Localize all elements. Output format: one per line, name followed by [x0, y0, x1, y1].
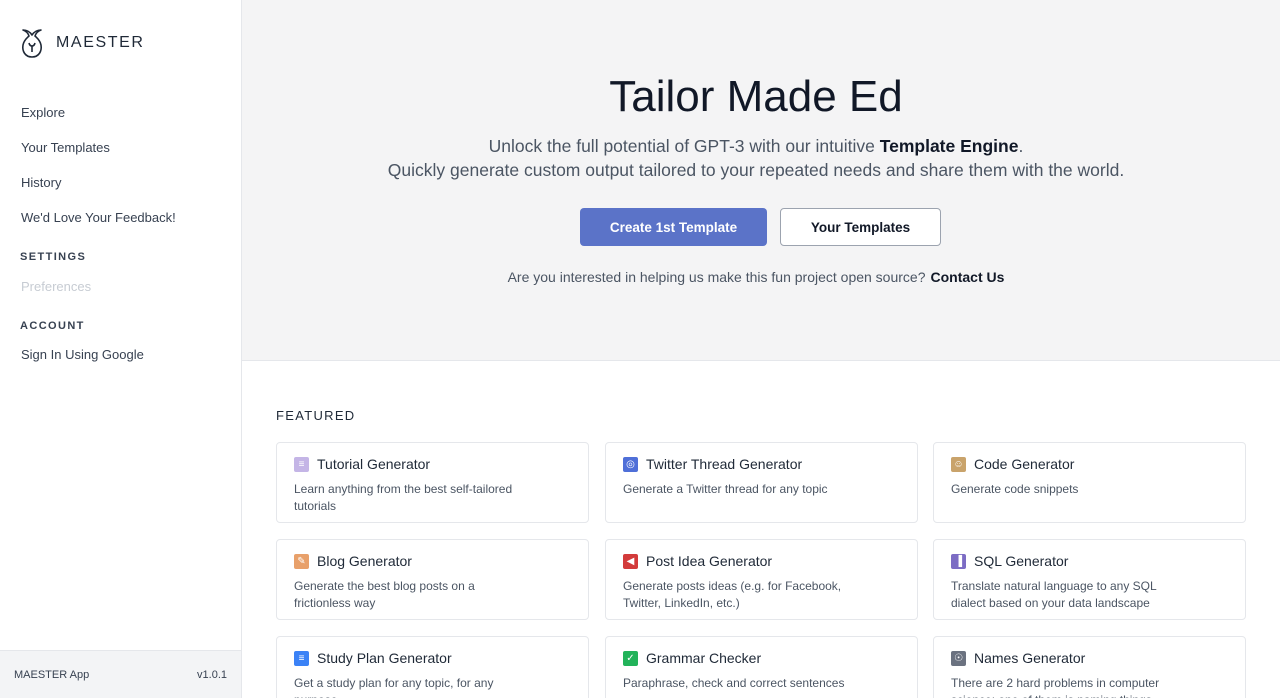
- card-header: ✓ Grammar Checker: [623, 650, 761, 666]
- card-description: Generate a Twitter thread for any topic: [623, 482, 828, 496]
- card-header: ◎ Twitter Thread Generator: [623, 456, 802, 472]
- card-header: ◀ Post Idea Generator: [623, 553, 772, 569]
- card-title: Grammar Checker: [646, 650, 762, 666]
- books-icon: ≡: [294, 650, 309, 666]
- hero-subtitle-line1: Unlock the full potential of GPT-3 with …: [242, 136, 1270, 157]
- template-card[interactable]: ◀ Post Idea Generator Generate posts ideas…: [605, 539, 918, 620]
- main-content: Tailor Made Ed Unlock the full potential…: [242, 0, 1280, 698]
- card-title: SQL Generator: [974, 553, 1069, 569]
- template-card[interactable]: ✓ Grammar Checker Paraphrase, check and co…: [605, 636, 918, 698]
- card-title: Twitter Thread Generator: [646, 456, 803, 472]
- card-title: Blog Generator: [317, 553, 412, 569]
- hero-section: Tailor Made Ed Unlock the full potential…: [242, 0, 1280, 361]
- sidebar-item-your-templates[interactable]: Your Templates: [21, 140, 110, 155]
- page-title: Tailor Made Ed: [609, 72, 903, 121]
- spool-icon: ◎: [623, 456, 638, 472]
- account-section-label: ACCOUNT: [20, 320, 85, 332]
- sidebar-item-sign-in-google[interactable]: Sign In Using Google: [21, 347, 144, 362]
- template-card[interactable]: ☉ Names Generator There are 2 hard problem…: [933, 636, 1246, 698]
- card-description: Translate natural language to any SQL di…: [951, 579, 1157, 610]
- card-description: Generate code snippets: [951, 482, 1079, 496]
- hero-subtitle-suffix: .: [1018, 136, 1024, 156]
- footer-version: v1.0.1: [197, 669, 227, 681]
- robot-icon: ☉: [951, 650, 966, 666]
- template-card[interactable]: ≡ Study Plan Generator Get a study plan fo…: [276, 636, 589, 698]
- sidebar-item-history[interactable]: History: [21, 175, 61, 190]
- contact-us-link[interactable]: Contact Us: [931, 269, 1005, 285]
- app-logo[interactable]: MAESTER: [20, 27, 145, 59]
- card-description: There are 2 hard problems in computer sc…: [951, 676, 1160, 698]
- card-description: Generate posts ideas (e.g. for Facebook,…: [623, 579, 842, 610]
- maester-logo-icon: [22, 29, 42, 58]
- memo-icon: ✎: [294, 553, 309, 569]
- card-header: ≡ Study Plan Generator: [294, 650, 452, 666]
- card-title: Names Generator: [974, 650, 1086, 666]
- card-header: ▐ SQL Generator: [951, 553, 1068, 569]
- card-header: ☺ Code Generator: [951, 456, 1074, 472]
- sidebar-item-feedback[interactable]: We'd Love Your Feedback!: [21, 210, 176, 225]
- template-card[interactable]: ▐ SQL Generator Translate natural language…: [933, 539, 1246, 620]
- card-description: Generate the best blog posts on a fricti…: [294, 579, 475, 610]
- card-title: Post Idea Generator: [646, 553, 773, 569]
- check-mark-icon: ✓: [623, 650, 638, 666]
- card-description: Paraphrase, check and correct sentences: [623, 676, 845, 690]
- card-description: Get a study plan for any topic, for any …: [294, 676, 494, 698]
- card-header: ≡ Tutorial Generator: [294, 456, 430, 472]
- sidebar-footer: MAESTER App v1.0.1: [0, 650, 241, 698]
- sidebar-item-preferences: Preferences: [21, 279, 92, 294]
- card-header: ☉ Names Generator: [951, 650, 1085, 666]
- your-templates-button[interactable]: Your Templates: [780, 208, 941, 246]
- hero-subtitle-prefix: Unlock the full potential of GPT-3 with …: [488, 136, 880, 156]
- technologist-icon: ☺: [951, 456, 966, 472]
- create-first-template-button[interactable]: Create 1st Template: [580, 208, 767, 246]
- card-header: ✎ Blog Generator: [294, 553, 412, 569]
- card-description: Learn anything from the best self-tailor…: [294, 482, 513, 513]
- sidebar: MAESTER Explore Your Templates History W…: [0, 0, 242, 698]
- template-card[interactable]: ☺ Code Generator Generate code snippets: [933, 442, 1246, 523]
- contact-prompt: Are you interested in helping us make th…: [242, 269, 1270, 285]
- footer-app-name: MAESTER App: [14, 669, 90, 681]
- template-card[interactable]: ✎ Blog Generator Generate the best blog po…: [276, 539, 589, 620]
- card-title: Code Generator: [974, 456, 1075, 472]
- settings-section-label: SETTINGS: [20, 251, 87, 263]
- hero-subtitle-bold: Template Engine: [879, 136, 1019, 156]
- bar-chart-icon: ▐: [951, 553, 966, 569]
- featured-section-label: FEATURED: [276, 408, 356, 423]
- contact-prompt-text: Are you interested in helping us make th…: [507, 269, 926, 285]
- card-title: Tutorial Generator: [317, 456, 431, 472]
- template-card[interactable]: ◎ Twitter Thread Generator Generate a Twit…: [605, 442, 918, 523]
- logo-text: MAESTER: [56, 34, 145, 51]
- card-title: Study Plan Generator: [317, 650, 452, 666]
- sidebar-item-explore[interactable]: Explore: [21, 105, 65, 120]
- document-icon: ≡: [294, 456, 309, 472]
- template-card[interactable]: ≡ Tutorial Generator Learn anything from t…: [276, 442, 589, 523]
- hero-subtitle-line2: Quickly generate custom output tailored …: [387, 160, 1125, 180]
- megaphone-icon: ◀: [623, 553, 638, 569]
